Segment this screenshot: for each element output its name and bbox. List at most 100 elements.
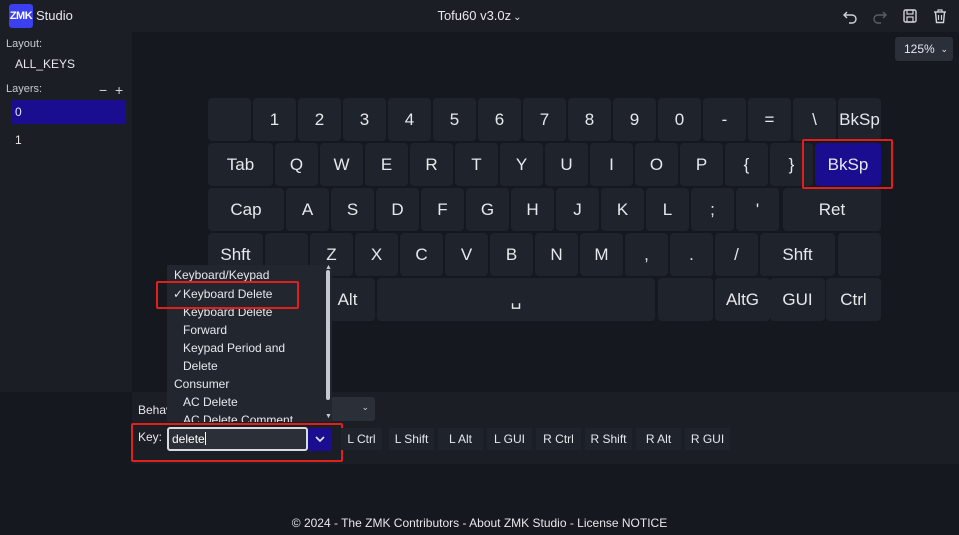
key-r1-c6[interactable]: Y <box>500 143 543 186</box>
redo-icon[interactable] <box>872 8 888 24</box>
keyboard-title[interactable]: Tofu60 v3.0z ⌄ <box>0 8 959 23</box>
key-r1-c7[interactable]: U <box>545 143 588 186</box>
modifier-r-ctrl[interactable]: R Ctrl <box>536 428 581 450</box>
key-r0-c6[interactable]: 6 <box>478 98 521 141</box>
key-r1-c1[interactable]: Q <box>275 143 318 186</box>
key-r0-c9[interactable]: 9 <box>613 98 656 141</box>
option-keyboard-delete-checked[interactable]: ✓Keyboard Delete <box>173 287 272 301</box>
layout-label: Layout: <box>6 38 43 50</box>
key-r2-c4[interactable]: F <box>421 188 464 231</box>
modifier-r-gui[interactable]: R GUI <box>685 428 730 450</box>
scroll-up-icon[interactable]: ▲ <box>325 264 332 271</box>
key-r2-c5[interactable]: G <box>466 188 509 231</box>
key-search-input[interactable]: delete <box>167 427 308 451</box>
modifier-l-shift[interactable]: L Shift <box>389 428 434 450</box>
key-r0-c12[interactable]: = <box>748 98 791 141</box>
key-r3-c10[interactable]: . <box>670 233 713 276</box>
key-r2-c12[interactable]: Ret <box>783 188 881 231</box>
option-ac-delete[interactable]: AC Delete <box>183 395 238 409</box>
key-r3-c3[interactable]: X <box>355 233 398 276</box>
behavior-select[interactable]: ⌄ <box>331 397 375 421</box>
modifier-l-ctrl[interactable]: L Ctrl <box>341 428 382 450</box>
key-r1-c10[interactable]: P <box>680 143 723 186</box>
key-r1-c13[interactable]: BkSp <box>815 143 881 186</box>
key-r2-c11[interactable]: ' <box>736 188 779 231</box>
key-r0-c1[interactable]: 1 <box>253 98 296 141</box>
key-r3-c4[interactable]: C <box>400 233 443 276</box>
key-r1-c12[interactable]: } <box>770 143 813 186</box>
key-r3-c5[interactable]: V <box>445 233 488 276</box>
scroll-down-icon[interactable]: ▼ <box>325 413 332 420</box>
option-keypad-period-delete-cont[interactable]: Delete <box>183 359 218 373</box>
modifier-r-alt[interactable]: R Alt <box>636 428 681 450</box>
chevron-down-icon[interactable] <box>315 436 325 443</box>
key-r0-c10[interactable]: 0 <box>658 98 701 141</box>
undo-icon[interactable] <box>842 8 858 24</box>
key-r0-c11[interactable]: - <box>703 98 746 141</box>
modifier-r-shift[interactable]: R Shift <box>585 428 632 450</box>
key-r1-c0[interactable]: Tab <box>208 143 273 186</box>
layer-item-1[interactable]: 1 <box>11 128 126 152</box>
key-r3-c8[interactable]: M <box>580 233 623 276</box>
key-r0-c5[interactable]: 5 <box>433 98 476 141</box>
key-r1-c5[interactable]: T <box>455 143 498 186</box>
key-r3-c11[interactable]: / <box>715 233 758 276</box>
key-r0-c7[interactable]: 7 <box>523 98 566 141</box>
key-r3-c7[interactable]: N <box>535 233 578 276</box>
key-r2-c9[interactable]: L <box>646 188 689 231</box>
option-keypad-period-delete[interactable]: Keypad Period and <box>183 341 285 355</box>
key-r2-c2[interactable]: S <box>331 188 374 231</box>
option-ac-delete-comment[interactable]: AC Delete Comment <box>183 413 293 422</box>
key-r2-c0[interactable]: Cap <box>208 188 284 231</box>
key-r3-c9[interactable]: , <box>625 233 668 276</box>
key-r2-c3[interactable]: D <box>376 188 419 231</box>
modifier-l-gui[interactable]: L GUI <box>487 428 532 450</box>
trash-icon[interactable] <box>932 8 948 24</box>
option-keyboard-delete-forward-cont[interactable]: Forward <box>183 323 227 337</box>
key-r4-c3[interactable] <box>658 278 713 321</box>
key-r2-c10[interactable]: ; <box>691 188 734 231</box>
key-r0-c0[interactable] <box>208 98 251 141</box>
key-r1-c11[interactable]: { <box>725 143 768 186</box>
key-label: Key: <box>138 430 163 444</box>
key-r1-c8[interactable]: I <box>590 143 633 186</box>
key-r0-c2[interactable]: 2 <box>298 98 341 141</box>
key-r3-c13[interactable] <box>838 233 881 276</box>
key-r1-c4[interactable]: R <box>410 143 453 186</box>
key-r0-c3[interactable]: 3 <box>343 98 386 141</box>
zoom-value[interactable]: 125% <box>904 42 935 56</box>
save-icon[interactable] <box>902 8 918 24</box>
key-dropdown-button[interactable] <box>308 428 332 451</box>
zoom-select[interactable]: 125% ⌄ <box>895 37 953 61</box>
chevron-down-icon[interactable]: ⌄ <box>940 37 948 61</box>
key-r2-c6[interactable]: H <box>511 188 554 231</box>
modifier-l-alt[interactable]: L Alt <box>438 428 483 450</box>
key-r3-c12[interactable]: Shft <box>760 233 835 276</box>
keyboard-title-label[interactable]: Tofu60 v3.0z <box>437 8 511 23</box>
key-r1-c2[interactable]: W <box>320 143 363 186</box>
key-r1-c3[interactable]: E <box>365 143 408 186</box>
remove-layer-button[interactable]: − <box>99 82 107 98</box>
key-r4-c4[interactable]: AltG <box>715 278 770 321</box>
key-r3-c6[interactable]: B <box>490 233 533 276</box>
key-r1-c9[interactable]: O <box>635 143 678 186</box>
sidebar: Layout: ALL_KEYS Layers: − + 0 1 <box>0 32 132 392</box>
key-r0-c4[interactable]: 4 <box>388 98 431 141</box>
chevron-down-icon[interactable]: ⌄ <box>361 402 369 413</box>
key-r2-c1[interactable]: A <box>286 188 329 231</box>
key-r0-c14[interactable]: BkSp <box>838 98 881 141</box>
layer-item-0[interactable]: 0 <box>11 100 126 124</box>
key-r0-c8[interactable]: 8 <box>568 98 611 141</box>
key-r2-c8[interactable]: K <box>601 188 644 231</box>
layout-value[interactable]: ALL_KEYS <box>15 57 75 71</box>
key-r4-c6[interactable]: Ctrl <box>826 278 881 321</box>
option-keyboard-delete-forward[interactable]: Keyboard Delete <box>183 305 272 319</box>
key-r2-c7[interactable]: J <box>556 188 599 231</box>
dropdown-scrollbar[interactable] <box>326 270 330 400</box>
key-r0-c13[interactable]: \ <box>793 98 836 141</box>
key-r4-c2[interactable]: ␣ <box>377 278 655 321</box>
key-search-value[interactable]: delete <box>172 432 205 446</box>
key-r4-c5[interactable]: GUI <box>770 278 825 321</box>
chevron-down-icon[interactable]: ⌄ <box>513 12 521 23</box>
add-layer-button[interactable]: + <box>115 82 123 98</box>
